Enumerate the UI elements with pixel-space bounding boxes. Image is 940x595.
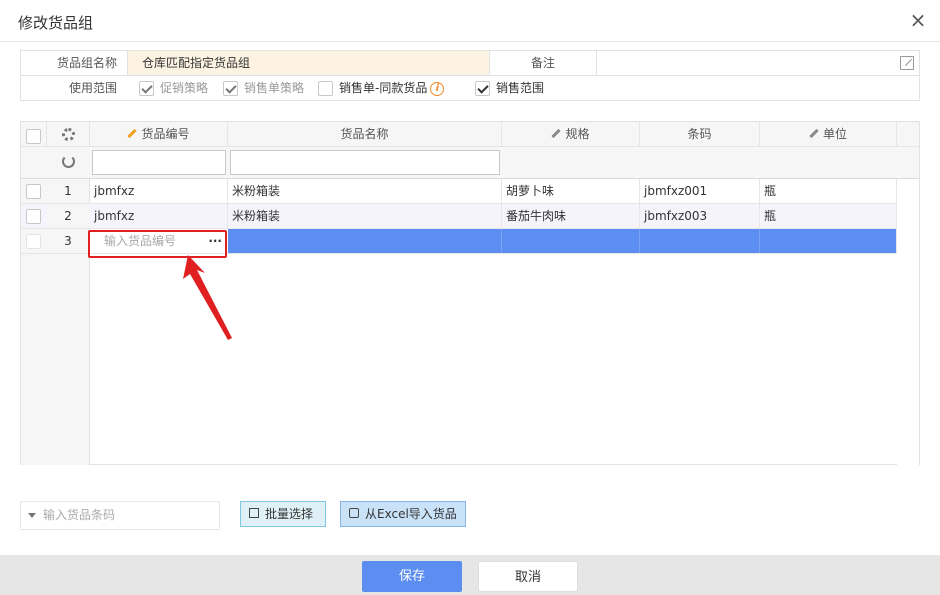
row-checkbox[interactable]: [26, 209, 41, 224]
group-name-input[interactable]: 仓库匹配指定货品组: [127, 51, 490, 75]
col-name[interactable]: 货品名称: [228, 122, 502, 147]
scope-promotion-label: 促销策略: [160, 81, 209, 95]
dialog-title-bar: 修改货品组 ×: [0, 0, 940, 42]
scope-same-style[interactable]: 销售单-同款货品 i: [318, 80, 445, 97]
col-unit-label: 单位: [822, 127, 847, 141]
scope-sales-order-checkbox[interactable]: [223, 81, 238, 96]
cell-unit[interactable]: 瓶: [760, 179, 897, 203]
table-row[interactable]: 2 jbmfxz 米粉箱装 番茄牛肉味 jbmfxz003 瓶: [21, 204, 897, 229]
filter-name-input[interactable]: [230, 150, 500, 175]
table-row[interactable]: 1 jbmfxz 米粉箱装 胡萝卜味 jbmfxz001 瓶: [21, 179, 897, 204]
import-icon: [349, 508, 359, 518]
cell-code[interactable]: jbmfxz: [90, 179, 228, 203]
row-number: 2: [46, 204, 90, 228]
cell-spec[interactable]: [502, 229, 640, 253]
cell-spec[interactable]: 番茄牛肉味: [502, 204, 640, 228]
col-unit[interactable]: 单位: [760, 122, 897, 147]
name-label: 货品组名称: [56, 56, 117, 70]
cancel-button[interactable]: 取消: [478, 561, 578, 592]
goods-grid: 货品编号 货品名称 规格 条码 单位 1 jbmfxz 米粉箱装 胡萝卜味 jb…: [20, 121, 920, 465]
row-number: 3: [64, 234, 72, 248]
col-spec[interactable]: 规格: [502, 122, 640, 147]
remark-input[interactable]: [598, 51, 918, 75]
cell-code[interactable]: jbmfxz: [90, 204, 228, 228]
filter-code-input[interactable]: [92, 150, 226, 175]
save-button[interactable]: 保存: [362, 561, 462, 592]
cell-unit[interactable]: 瓶: [760, 204, 897, 228]
cell-name[interactable]: 米粉箱装: [228, 179, 502, 203]
pencil-icon: [551, 128, 562, 139]
scope-sales-range-checkbox[interactable]: [475, 81, 490, 96]
select-icon: [249, 508, 259, 518]
scope-label: 使用范围: [68, 81, 117, 95]
col-code-label: 货品编号: [141, 127, 190, 141]
gear-icon[interactable]: [62, 128, 75, 141]
row-checkbox[interactable]: [26, 234, 41, 249]
cell-barcode[interactable]: jbmfxz003: [640, 204, 760, 228]
close-icon[interactable]: ×: [906, 8, 930, 32]
edit-icon[interactable]: [900, 56, 914, 70]
scope-sales-order-label: 销售单策略: [244, 81, 305, 95]
excel-import-button[interactable]: 从Excel导入货品: [340, 501, 466, 527]
scope-promotion-checkbox[interactable]: [139, 81, 154, 96]
info-icon[interactable]: i: [430, 81, 445, 96]
scope-sales-range[interactable]: 销售范围: [475, 80, 544, 97]
dialog-footer: 保存 取消: [0, 555, 940, 595]
row-number: 1: [64, 184, 72, 198]
scope-same-style-label: 销售单-同款货品: [339, 81, 428, 95]
chevron-down-icon[interactable]: [28, 513, 36, 518]
cell-barcode[interactable]: jbmfxz001: [640, 179, 760, 203]
cell-name[interactable]: [228, 229, 502, 253]
refresh-icon[interactable]: [62, 155, 75, 168]
form-row-name: 货品组名称 仓库匹配指定货品组 备注: [21, 51, 919, 76]
col-barcode-label: 条码: [687, 127, 712, 141]
batch-select-button[interactable]: 批量选择: [240, 501, 326, 527]
barcode-input[interactable]: 输入货品条码: [20, 501, 220, 530]
batch-select-label: 批量选择: [265, 507, 314, 521]
pencil-icon: [809, 128, 819, 139]
col-barcode[interactable]: 条码: [640, 122, 760, 147]
annotation-arrow: [183, 255, 232, 340]
cell-name[interactable]: 米粉箱装: [228, 204, 502, 228]
barcode-placeholder: 输入货品条码: [43, 508, 116, 522]
cell-spec[interactable]: 胡萝卜味: [502, 179, 640, 203]
select-all-checkbox[interactable]: [26, 129, 41, 144]
cell-unit[interactable]: [760, 229, 897, 253]
edit-goods-group-dialog: 修改货品组 × 货品组名称 仓库匹配指定货品组 备注 使用范围 促销策略 销售单…: [0, 0, 940, 595]
scope-same-style-checkbox[interactable]: [318, 81, 333, 96]
pencil-icon: [127, 128, 138, 139]
dialog-title: 修改货品组: [18, 14, 94, 32]
col-spec-label: 规格: [565, 127, 590, 141]
scope-promotion[interactable]: 促销策略: [139, 80, 208, 97]
select-all-cell: [21, 122, 47, 147]
col-name-label: 货品名称: [340, 127, 389, 141]
excel-import-label: 从Excel导入货品: [365, 507, 457, 521]
grid-scroll-area: [897, 179, 919, 465]
col-code[interactable]: 货品编号: [90, 122, 228, 147]
cell-barcode[interactable]: [640, 229, 760, 253]
settings-cell: [47, 122, 90, 147]
grid-header: 货品编号 货品名称 规格 条码 单位: [21, 122, 919, 147]
group-form: 货品组名称 仓库匹配指定货品组 备注 使用范围 促销策略 销售单策略 销售单-同…: [20, 50, 920, 101]
grid-filter-row: [21, 147, 919, 179]
scope-sales-range-label: 销售范围: [496, 81, 545, 95]
scope-sales-order[interactable]: 销售单策略: [223, 80, 304, 97]
form-row-scope: 使用范围 促销策略 销售单策略 销售单-同款货品 i 销售范围: [21, 76, 919, 101]
remark-label: 备注: [490, 51, 597, 75]
row-checkbox[interactable]: [26, 184, 41, 199]
